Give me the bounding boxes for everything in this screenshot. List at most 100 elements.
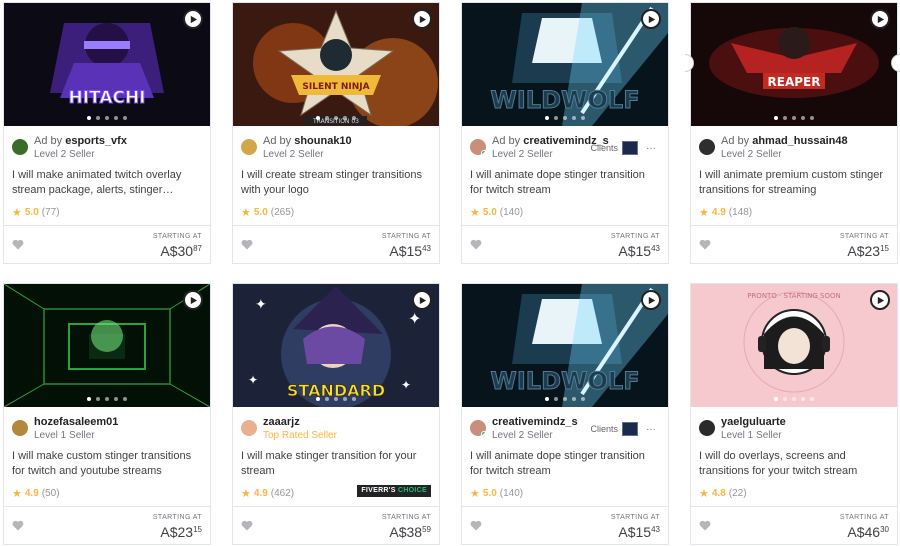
gig-thumbnail[interactable]: WILDWOLF [462, 3, 668, 126]
carousel-dot[interactable] [87, 397, 91, 401]
carousel-dot[interactable] [774, 116, 778, 120]
carousel-dot[interactable] [572, 397, 576, 401]
gig-price[interactable]: A$3087 [160, 243, 202, 259]
carousel-dot[interactable] [563, 116, 567, 120]
seller-avatar[interactable] [12, 420, 28, 436]
gig-thumbnail[interactable] [4, 284, 210, 407]
seller-name[interactable]: yaelguluarte [721, 416, 786, 428]
heart-icon[interactable] [241, 520, 253, 531]
gig-title[interactable]: I will animate premium custom stinger tr… [699, 168, 889, 198]
seller-name[interactable]: creativemindz_s [492, 416, 578, 428]
carousel-dot[interactable] [774, 397, 778, 401]
play-video-icon[interactable] [870, 9, 890, 29]
seller-name[interactable]: esports_vfx [65, 135, 127, 147]
gig-thumbnail[interactable]: PRONTO · STARTING SOON [691, 284, 897, 407]
carousel-dot[interactable] [123, 116, 127, 120]
gig-thumbnail[interactable]: WILDWOLF [462, 284, 668, 407]
carousel-dot[interactable] [105, 116, 109, 120]
gig-card[interactable]: REAPER Ad by ahmad_hussain48 Level 2 Sel… [690, 2, 898, 264]
carousel-dot[interactable] [96, 116, 100, 120]
gig-card[interactable]: ✦ ✦ ✦ ✦ STANDARD zaaarjz Top Rated Seller [232, 283, 440, 545]
carousel-dot[interactable] [114, 397, 118, 401]
carousel-dot[interactable] [545, 397, 549, 401]
seller-avatar[interactable] [470, 420, 486, 436]
carousel-dot[interactable] [316, 397, 320, 401]
seller-avatar[interactable] [470, 139, 486, 155]
carousel-dot[interactable] [87, 116, 91, 120]
carousel-dot[interactable] [783, 397, 787, 401]
gig-card[interactable]: HITACHI Ad by esports_vfx Level 2 Seller [3, 2, 211, 264]
carousel-dot[interactable] [581, 116, 585, 120]
gig-price[interactable]: A$1543 [618, 524, 660, 540]
carousel-dot[interactable] [581, 397, 585, 401]
heart-icon[interactable] [241, 239, 253, 250]
gig-thumbnail[interactable]: REAPER [691, 3, 897, 126]
carousel-dot[interactable] [343, 397, 347, 401]
carousel-dot[interactable] [554, 116, 558, 120]
carousel-dot[interactable] [334, 397, 338, 401]
heart-icon[interactable] [12, 239, 24, 250]
gig-thumbnail[interactable]: ✦ ✦ ✦ ✦ STANDARD [233, 284, 439, 407]
carousel-dot[interactable] [352, 397, 356, 401]
heart-icon[interactable] [699, 239, 711, 250]
carousel-dot[interactable] [554, 397, 558, 401]
play-video-icon[interactable] [641, 290, 661, 310]
gig-price[interactable]: A$2315 [160, 524, 202, 540]
heart-icon[interactable] [699, 520, 711, 531]
play-video-icon[interactable] [641, 9, 661, 29]
carousel-dot[interactable] [123, 397, 127, 401]
carousel-dot[interactable] [801, 397, 805, 401]
seller-avatar[interactable] [699, 420, 715, 436]
play-video-icon[interactable] [183, 9, 203, 29]
gig-price[interactable]: A$1543 [618, 243, 660, 259]
carousel-dot[interactable] [545, 116, 549, 120]
seller-avatar[interactable] [12, 139, 28, 155]
clients-section[interactable]: Clients ··· [590, 141, 656, 155]
seller-name[interactable]: hozefasaleem01 [34, 416, 118, 428]
more-options-icon[interactable]: ··· [646, 143, 656, 154]
clients-section[interactable]: Clients ··· [590, 422, 656, 436]
carousel-dot[interactable] [334, 116, 338, 120]
carousel-dot[interactable] [105, 397, 109, 401]
gig-title[interactable]: I will make custom stinger transitions f… [12, 449, 202, 479]
seller-name[interactable]: shounak10 [294, 135, 351, 147]
gig-title[interactable]: I will animate dope stinger transition f… [470, 449, 660, 479]
carousel-dot[interactable] [114, 116, 118, 120]
gig-price[interactable]: A$2315 [847, 243, 889, 259]
seller-avatar[interactable] [241, 420, 257, 436]
carousel-dot[interactable] [810, 116, 814, 120]
gig-price[interactable]: A$4630 [847, 524, 889, 540]
gig-card[interactable]: WILDWOLF Ad by creativemindz_s Level 2 S… [461, 2, 669, 264]
gig-title[interactable]: I will animate dope stinger transition f… [470, 168, 660, 198]
gig-title[interactable]: I will make animated twitch overlay stre… [12, 168, 202, 198]
gig-thumbnail[interactable]: HITACHI [4, 3, 210, 126]
carousel-dot[interactable] [792, 116, 796, 120]
gig-title[interactable]: I will do overlays, screens and transiti… [699, 449, 889, 479]
seller-avatar[interactable] [699, 139, 715, 155]
gig-thumbnail[interactable]: SILENT NINJA TRANSITION 03 [233, 3, 439, 126]
carousel-dot[interactable] [572, 116, 576, 120]
carousel-dot[interactable] [563, 397, 567, 401]
seller-name[interactable]: ahmad_hussain48 [752, 135, 847, 147]
carousel-dot[interactable] [316, 116, 320, 120]
gig-price[interactable]: A$1543 [389, 243, 431, 259]
gig-card[interactable]: SILENT NINJA TRANSITION 03 Ad by shounak… [232, 2, 440, 264]
play-video-icon[interactable] [183, 290, 203, 310]
gig-title[interactable]: I will create stream stinger transitions… [241, 168, 431, 198]
gig-card[interactable]: WILDWOLF creativemindz_s Level 2 Seller [461, 283, 669, 545]
carousel-dot[interactable] [352, 116, 356, 120]
carousel-dot[interactable] [810, 397, 814, 401]
gig-card[interactable]: PRONTO · STARTING SOON yaelguluarte Leve… [690, 283, 898, 545]
carousel-dot[interactable] [792, 397, 796, 401]
play-video-icon[interactable] [870, 290, 890, 310]
carousel-dot[interactable] [801, 116, 805, 120]
carousel-dot[interactable] [783, 116, 787, 120]
heart-icon[interactable] [12, 520, 24, 531]
gig-price[interactable]: A$3859 [389, 524, 431, 540]
seller-name[interactable]: zaaarjz [263, 416, 300, 428]
carousel-dot[interactable] [325, 397, 329, 401]
gig-title[interactable]: I will make stinger transition for your … [241, 449, 431, 479]
heart-icon[interactable] [470, 520, 482, 531]
play-video-icon[interactable] [412, 9, 432, 29]
gig-card[interactable]: hozefasaleem01 Level 1 Seller I will mak… [3, 283, 211, 545]
